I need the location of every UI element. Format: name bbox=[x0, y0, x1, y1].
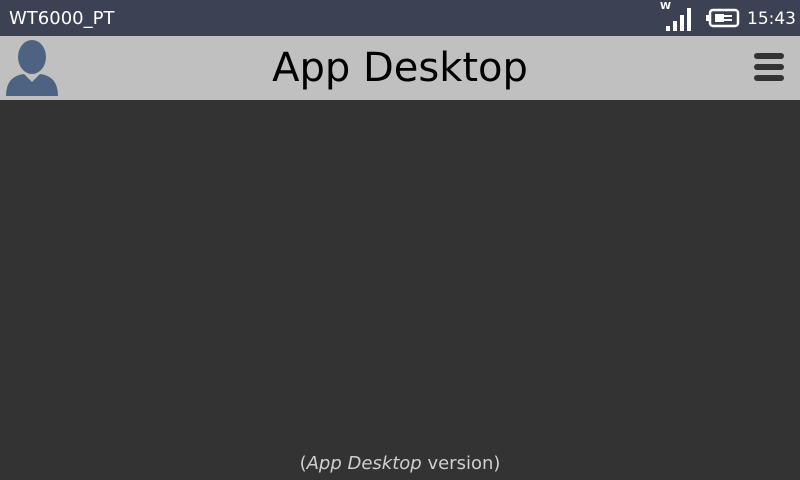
hamburger-menu-icon[interactable] bbox=[748, 50, 788, 86]
version-line: (App Desktop version) bbox=[0, 452, 800, 476]
device-name: WT6000_PT bbox=[9, 8, 115, 29]
signal-strength-icon bbox=[666, 8, 691, 31]
page-title: App Desktop bbox=[272, 45, 528, 91]
content-area bbox=[0, 100, 800, 480]
app-header: App Desktop bbox=[0, 36, 800, 100]
version-open-paren: ( bbox=[299, 453, 307, 474]
version-app-name: App Desktop bbox=[306, 453, 422, 474]
version-suffix: version) bbox=[421, 453, 501, 474]
status-time: 15:43 bbox=[747, 9, 796, 29]
status-bar: WT6000_PT W 15:43 bbox=[0, 0, 800, 36]
device-screen: WT6000_PT W 15:43 App Desktop (App Deskt… bbox=[0, 0, 800, 480]
battery-charging-icon bbox=[706, 8, 740, 28]
